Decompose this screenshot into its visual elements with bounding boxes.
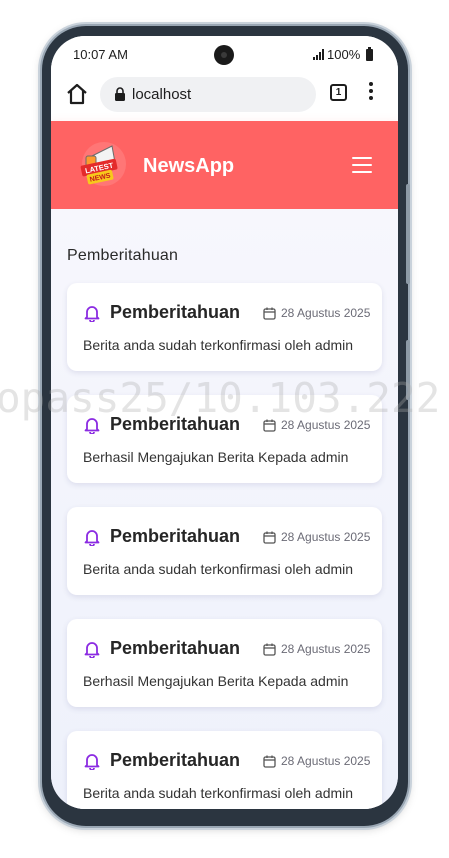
- notification-date: 28 Agustus 2025: [281, 530, 371, 544]
- notification-date: 28 Agustus 2025: [281, 642, 371, 656]
- notification-date: 28 Agustus 2025: [281, 306, 371, 320]
- calendar-icon: [263, 307, 276, 320]
- address-bar[interactable]: localhost: [100, 77, 316, 112]
- app-logo: LATEST NEWS: [80, 142, 126, 186]
- calendar-icon: [263, 755, 276, 768]
- front-camera: [214, 45, 234, 65]
- notifications-page: Pemberitahuan Pemberitahuan 28 Agustus 2…: [51, 209, 398, 809]
- notification-title: Pemberitahuan: [110, 750, 241, 770]
- calendar-icon: [263, 419, 276, 432]
- calendar-icon: [263, 643, 276, 656]
- notification-message: Berita anda sudah terkonfirmasi oleh adm…: [83, 785, 354, 801]
- notification-message: Berhasil Mengajukan Berita Kepada admin: [83, 673, 349, 689]
- bell-icon: [84, 642, 100, 658]
- browser-toolbar: localhost 1: [51, 74, 398, 121]
- notification-message: Berita anda sudah terkonfirmasi oleh adm…: [83, 337, 354, 353]
- notification-message: Berhasil Mengajukan Berita Kepada admin: [83, 449, 349, 465]
- volume-button: [406, 184, 410, 284]
- home-icon[interactable]: [65, 82, 89, 106]
- signal-icon: [313, 49, 324, 60]
- bell-icon: [84, 530, 100, 546]
- app-header: LATEST NEWS NewsApp: [51, 121, 398, 209]
- status-bar: 10:07 AM 100%: [51, 36, 398, 74]
- notification-title: Pemberitahuan: [110, 638, 241, 658]
- calendar-icon: [263, 531, 276, 544]
- notification-card[interactable]: Pemberitahuan 28 Agustus 2025 Berita and…: [67, 507, 382, 595]
- page-title: Pemberitahuan: [67, 247, 179, 264]
- notification-card[interactable]: Pemberitahuan 28 Agustus 2025 Berita and…: [67, 283, 382, 371]
- bell-icon: [84, 418, 100, 434]
- app-brand[interactable]: NewsApp: [143, 155, 234, 178]
- battery-icon: [366, 46, 374, 61]
- menu-icon[interactable]: [352, 157, 372, 173]
- notification-title: Pemberitahuan: [110, 526, 241, 546]
- power-button: [406, 340, 410, 400]
- battery-level: 100%: [327, 47, 361, 62]
- notification-date: 28 Agustus 2025: [281, 754, 371, 768]
- notification-card[interactable]: Pemberitahuan 28 Agustus 2025 Berhasil M…: [67, 395, 382, 483]
- notification-date: 28 Agustus 2025: [281, 418, 371, 432]
- notification-title: Pemberitahuan: [110, 414, 241, 434]
- screen: 10:07 AM 100% localhost 1 LATEST NEWS Ne…: [51, 36, 398, 809]
- bell-icon: [84, 754, 100, 770]
- notification-card[interactable]: Pemberitahuan 28 Agustus 2025 Berhasil M…: [67, 619, 382, 707]
- more-icon[interactable]: [367, 82, 375, 104]
- notification-title: Pemberitahuan: [110, 302, 241, 322]
- status-time: 10:07 AM: [73, 47, 128, 62]
- url-text: localhost: [132, 86, 192, 103]
- notification-card[interactable]: Pemberitahuan 28 Agustus 2025 Berita and…: [67, 731, 382, 809]
- bell-icon: [84, 306, 100, 322]
- tabs-icon[interactable]: 1: [330, 84, 347, 101]
- lock-icon: [115, 87, 125, 101]
- notification-message: Berita anda sudah terkonfirmasi oleh adm…: [83, 561, 354, 577]
- status-indicators: 100%: [313, 46, 374, 62]
